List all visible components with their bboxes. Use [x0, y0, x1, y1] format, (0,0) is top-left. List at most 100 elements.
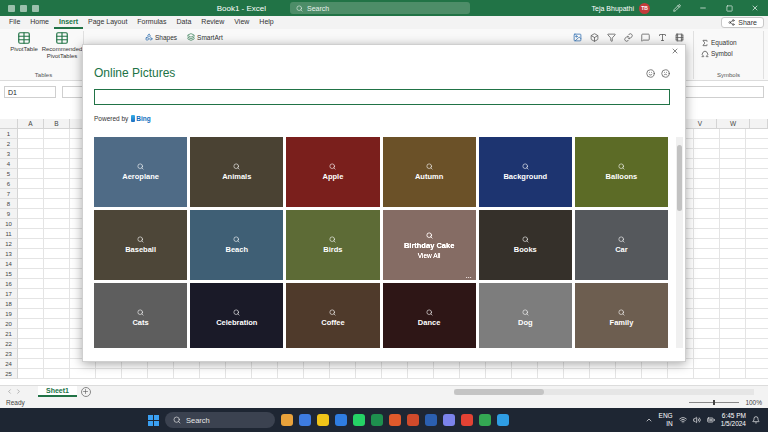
row-header[interactable]: 9	[0, 209, 18, 219]
comment-icon[interactable]	[641, 33, 650, 42]
row-header[interactable]: 7	[0, 189, 18, 199]
row-header[interactable]: 5	[0, 169, 18, 179]
filter-icon[interactable]	[607, 33, 616, 42]
close-button[interactable]	[742, 0, 768, 16]
row-header[interactable]: 20	[0, 319, 18, 329]
column-header[interactable]	[750, 119, 768, 128]
zoom-slider[interactable]	[689, 402, 739, 403]
category-tile[interactable]: Aeroplane	[94, 137, 187, 207]
category-tile[interactable]: Cats	[94, 283, 187, 348]
category-tile[interactable]: Apple	[286, 137, 379, 207]
category-tile[interactable]: Birthday CakeView All...	[383, 210, 476, 280]
app-icon[interactable]	[371, 414, 383, 426]
row-header[interactable]: 6	[0, 179, 18, 189]
wifi-icon[interactable]	[679, 416, 687, 424]
vertical-scrollbar[interactable]	[676, 137, 683, 348]
row-cells[interactable]	[18, 369, 768, 379]
battery-icon[interactable]	[707, 416, 715, 424]
more-button[interactable]: ...	[466, 272, 472, 279]
smile-icon[interactable]	[646, 69, 655, 78]
undo-icon[interactable]	[32, 5, 39, 12]
row-header[interactable]: 1	[0, 129, 18, 139]
model-icon[interactable]	[590, 33, 599, 42]
column-header[interactable]: A	[18, 119, 44, 128]
minimize-button[interactable]	[690, 0, 716, 16]
row-header[interactable]: 15	[0, 269, 18, 279]
category-tile[interactable]: Birds	[286, 210, 379, 280]
category-tile[interactable]: Baseball	[94, 210, 187, 280]
chevron-icon[interactable]	[645, 416, 653, 424]
app-icon[interactable]	[335, 414, 347, 426]
user-avatar[interactable]: TB	[639, 3, 650, 14]
picture-icon[interactable]	[573, 33, 582, 42]
category-tile[interactable]: Coffee	[286, 283, 379, 348]
share-button[interactable]: Share	[721, 17, 764, 28]
scroll-thumb[interactable]	[454, 389, 544, 395]
ribbon-tab[interactable]: Review	[196, 16, 229, 29]
volume-icon[interactable]	[693, 416, 701, 424]
row-header[interactable]: 25	[0, 369, 18, 379]
category-tile[interactable]: Car	[575, 210, 668, 280]
category-tile[interactable]: Beach	[190, 210, 283, 280]
frown-icon[interactable]	[661, 69, 670, 78]
select-all[interactable]	[0, 119, 18, 128]
row-header[interactable]: 12	[0, 239, 18, 249]
link-icon[interactable]	[624, 33, 633, 42]
app-icon[interactable]	[461, 414, 473, 426]
ribbon-tab[interactable]: Home	[25, 16, 54, 29]
app-icon[interactable]	[317, 414, 329, 426]
category-tile[interactable]: Background	[479, 137, 572, 207]
ribbon-button[interactable]: Symbol	[701, 48, 760, 59]
text-icon[interactable]	[658, 33, 667, 42]
scroll-thumb[interactable]	[677, 145, 682, 211]
sheet-tab[interactable]: Sheet1	[38, 386, 77, 397]
app-icon[interactable]	[425, 414, 437, 426]
column-header[interactable]: B	[44, 119, 70, 128]
save-icon[interactable]	[20, 5, 27, 12]
category-tile[interactable]: Celebration	[190, 283, 283, 348]
app-icon[interactable]	[407, 414, 419, 426]
category-tile[interactable]: Animals	[190, 137, 283, 207]
ribbon-tab[interactable]: Help	[254, 16, 278, 29]
dialog-close-button[interactable]	[671, 47, 679, 55]
app-icon[interactable]	[443, 414, 455, 426]
column-header[interactable]: W	[717, 119, 750, 128]
row-header[interactable]: 18	[0, 299, 18, 309]
app-icon[interactable]	[389, 414, 401, 426]
ribbon-button[interactable]: Equation	[701, 37, 760, 48]
row-header[interactable]: 16	[0, 279, 18, 289]
row-header[interactable]: 19	[0, 309, 18, 319]
row-header[interactable]: 4	[0, 159, 18, 169]
category-tile[interactable]: Books	[479, 210, 572, 280]
row-header[interactable]: 14	[0, 259, 18, 269]
category-tile[interactable]: Balloons	[575, 137, 668, 207]
ribbon-button[interactable]: PivotTable	[7, 31, 41, 53]
app-icon[interactable]	[299, 414, 311, 426]
prev-icon[interactable]	[6, 388, 13, 395]
row-header[interactable]: 10	[0, 219, 18, 229]
ribbon-button[interactable]: Recommended PivotTables	[45, 31, 79, 60]
row-header[interactable]: 2	[0, 139, 18, 149]
app-icon[interactable]	[479, 414, 491, 426]
ribbon-tab[interactable]: Formulas	[132, 16, 171, 29]
bell-icon[interactable]	[752, 416, 760, 424]
category-tile[interactable]: Autumn	[383, 137, 476, 207]
zoom-level[interactable]: 100%	[745, 399, 762, 406]
ribbon-tab[interactable]: File	[4, 16, 25, 29]
windows-icon[interactable]	[148, 415, 159, 426]
row-header[interactable]: 17	[0, 289, 18, 299]
add-sheet-button[interactable]	[81, 387, 91, 397]
zoom-knob[interactable]	[713, 400, 715, 405]
category-tile[interactable]: Dance	[383, 283, 476, 348]
column-header[interactable]: V	[684, 119, 717, 128]
pen-button[interactable]	[664, 0, 690, 16]
row-header[interactable]: 23	[0, 349, 18, 359]
autosave-icon[interactable]	[8, 5, 15, 12]
maximize-button[interactable]	[716, 0, 742, 16]
category-tile[interactable]: Family	[575, 283, 668, 348]
app-icon[interactable]	[497, 414, 509, 426]
category-tile[interactable]: Dog	[479, 283, 572, 348]
clock[interactable]: 6:45 PM1/5/2024	[721, 412, 746, 428]
row-header[interactable]: 13	[0, 249, 18, 259]
language[interactable]: ENGIN	[659, 412, 673, 428]
